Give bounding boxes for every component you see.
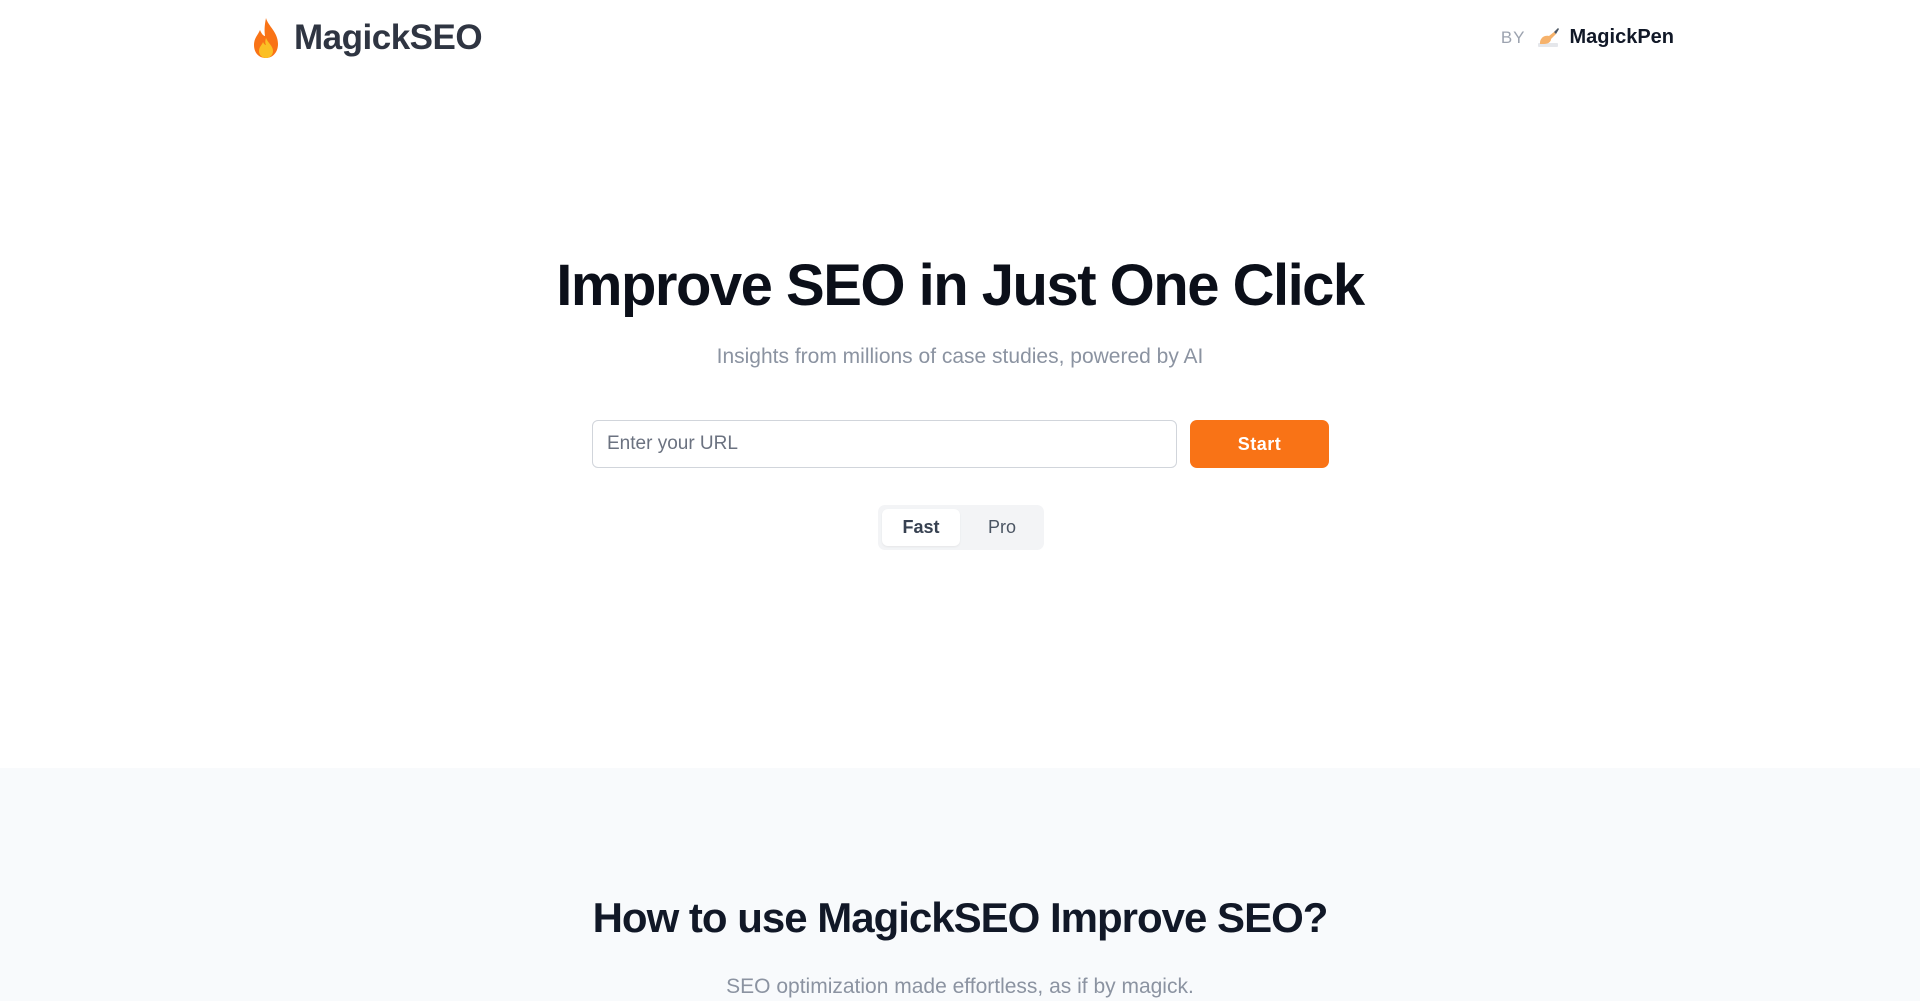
hero-subtitle: Insights from millions of case studies, … — [716, 345, 1204, 368]
site-header: MagickSEO BY MagickPen — [0, 0, 1920, 78]
mode-fast-option[interactable]: Fast — [882, 509, 960, 546]
flame-icon — [254, 18, 278, 58]
mode-toggle: Fast Pro — [878, 505, 1044, 550]
hero-title: Improve SEO in Just One Click — [556, 253, 1365, 318]
by-name: MagickPen — [1569, 26, 1674, 48]
mode-pro-option[interactable]: Pro — [964, 509, 1040, 546]
url-input[interactable] — [592, 420, 1177, 468]
start-button[interactable]: Start — [1190, 420, 1329, 468]
how-to-subtitle: SEO optimization made effortless, as if … — [726, 975, 1194, 998]
brand-name: MagickSEO — [294, 18, 483, 57]
by-label: BY — [1500, 27, 1526, 47]
how-to-section: How to use MagickSEO Improve SEO? SEO op… — [0, 768, 1920, 1001]
brand-logo-link[interactable]: MagickSEO — [248, 16, 483, 60]
how-to-title: How to use MagickSEO Improve SEO? — [592, 894, 1329, 941]
magickpen-link[interactable]: BY MagickPen — [1501, 26, 1674, 49]
writing-hand-icon — [1537, 27, 1559, 47]
